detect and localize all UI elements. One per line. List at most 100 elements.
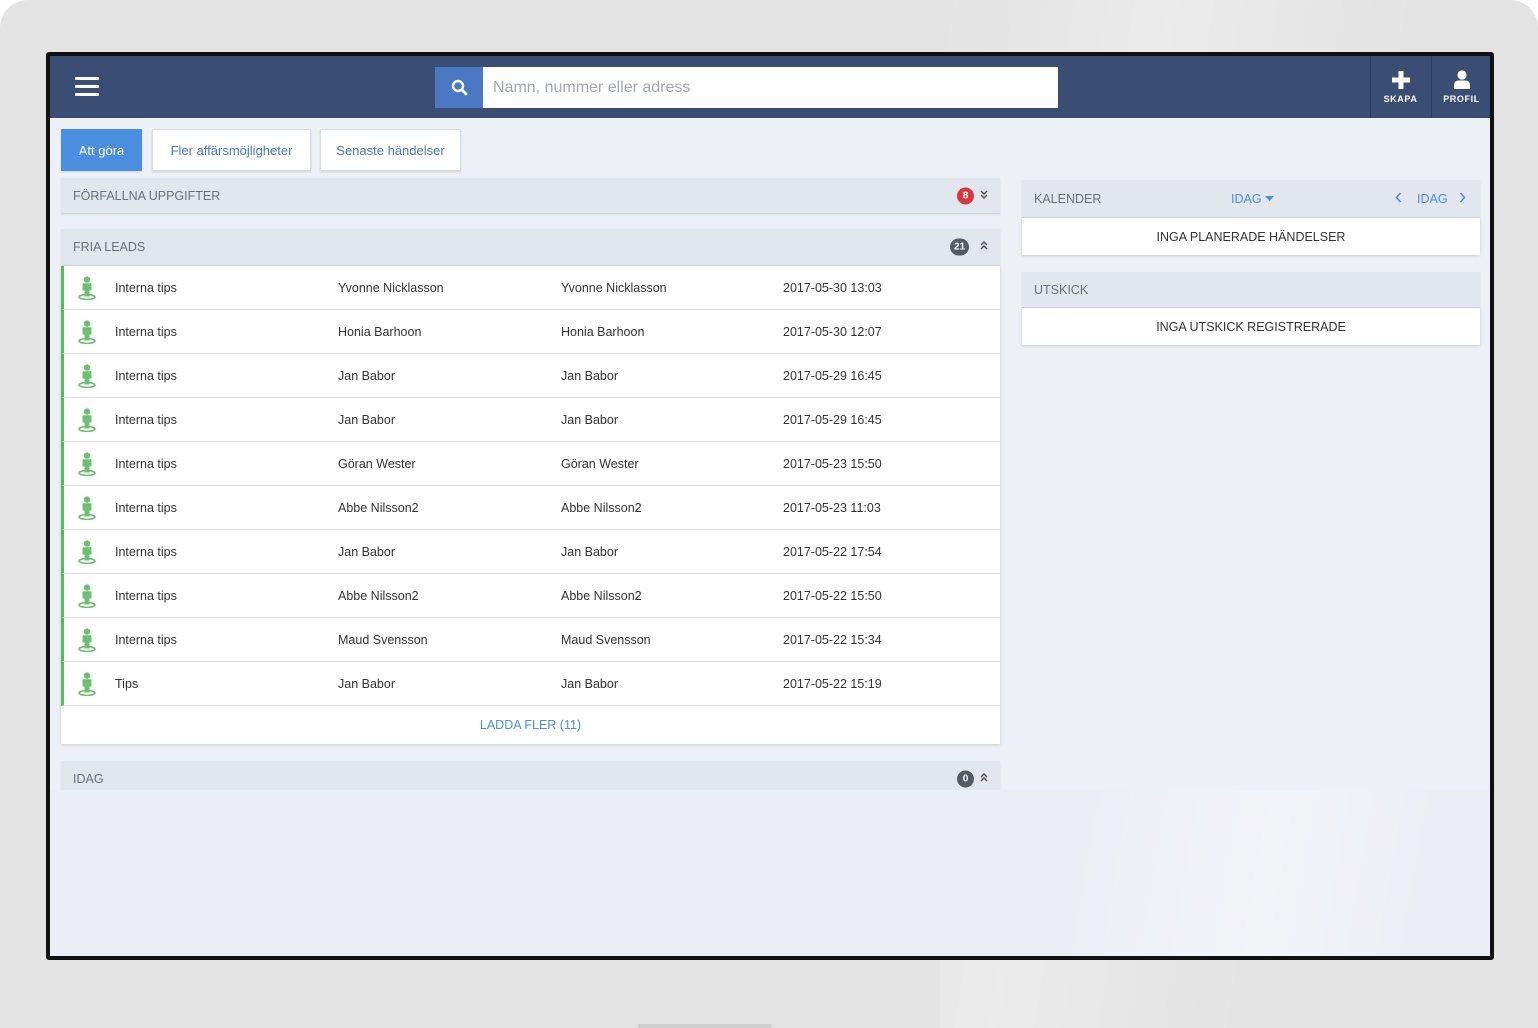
overdue-tasks-header[interactable]: FÖRFALLNA UPPGIFTER 8 xyxy=(61,178,1000,214)
calendar-title: KALENDER xyxy=(1034,191,1102,206)
lead-source: Interna tips xyxy=(115,369,177,383)
page-background-lower xyxy=(50,790,1490,956)
lead-row[interactable]: Interna tips Honia Barhoon Honia Barhoon 20… xyxy=(61,310,1000,354)
lead-contact: Honia Barhoon xyxy=(561,325,645,339)
tab-att-gora[interactable]: Att göra xyxy=(61,129,142,171)
person-pin-icon xyxy=(77,320,97,345)
free-leads-title: FRIA LEADS xyxy=(73,240,146,254)
free-leads-count-badge: 21 xyxy=(950,238,970,256)
lead-contact: Jan Babor xyxy=(561,677,618,691)
lead-name: Jan Babor xyxy=(338,413,395,427)
lead-source: Interna tips xyxy=(115,545,177,559)
lead-source: Interna tips xyxy=(115,633,177,647)
overdue-count-badge: 8 xyxy=(957,187,974,204)
lead-name: Göran Wester xyxy=(338,457,416,471)
profile-label: PROFIL xyxy=(1443,94,1480,104)
profile-button[interactable]: PROFIL xyxy=(1431,56,1490,118)
lead-row[interactable]: Interna tips Abbe Nilsson2 Abbe Nilsson2 20… xyxy=(61,486,1000,530)
device-base xyxy=(638,1024,772,1028)
chevron-right-icon[interactable] xyxy=(1459,192,1466,206)
free-leads-list: Interna tips Yvonne Nicklasson Yvonne Nick… xyxy=(61,266,1000,744)
lead-contact: Yvonne Nicklasson xyxy=(561,281,667,295)
lead-row[interactable]: Interna tips Maud Svensson Maud Svensson 20… xyxy=(61,618,1000,662)
lead-contact: Maud Svensson xyxy=(561,633,651,647)
calendar-empty-state: INGA PLANERADE HÄNDELSER xyxy=(1022,218,1480,255)
search-button[interactable] xyxy=(435,67,483,108)
calendar-today-button[interactable]: IDAG xyxy=(1417,192,1448,206)
lead-source: Interna tips xyxy=(115,501,177,515)
lead-source: Interna tips xyxy=(115,589,177,603)
person-pin-icon xyxy=(77,452,97,477)
lead-source: Interna tips xyxy=(115,325,177,339)
free-leads-header[interactable]: FRIA LEADS 21 xyxy=(61,229,1000,266)
lead-contact: Jan Babor xyxy=(561,369,618,383)
caret-down-icon xyxy=(1264,195,1274,201)
user-icon xyxy=(1453,70,1470,89)
calendar-period-label: IDAG xyxy=(1231,191,1262,206)
lead-row[interactable]: Interna tips Jan Babor Jan Babor 2017-05-29… xyxy=(61,354,1000,398)
lead-datetime: 2017-05-22 15:34 xyxy=(783,633,882,647)
chevron-double-up-icon[interactable] xyxy=(980,240,988,253)
person-pin-icon xyxy=(77,540,97,565)
lead-datetime: 2017-05-22 15:19 xyxy=(783,677,882,691)
lead-row[interactable]: Interna tips Yvonne Nicklasson Yvonne Nick… xyxy=(61,266,1000,310)
lead-contact: Abbe Nilsson2 xyxy=(561,501,642,515)
person-pin-icon xyxy=(77,672,97,697)
search-input[interactable] xyxy=(483,67,1058,108)
hamburger-icon[interactable] xyxy=(75,77,99,97)
search-icon xyxy=(451,79,467,96)
person-pin-icon xyxy=(77,408,97,433)
lead-contact: Abbe Nilsson2 xyxy=(561,589,642,603)
lead-contact: Jan Babor xyxy=(561,545,618,559)
lead-name: Honia Barhoon xyxy=(338,325,422,339)
lead-name: Jan Babor xyxy=(338,369,395,383)
lead-name: Jan Babor xyxy=(338,545,395,559)
lead-source: Interna tips xyxy=(115,457,177,471)
person-pin-icon xyxy=(77,628,97,653)
lead-source: Interna tips xyxy=(115,281,177,295)
lead-datetime: 2017-05-23 11:03 xyxy=(783,501,881,515)
app-screen: SKAPA PROFIL Att göra Fler affärsmöjligh… xyxy=(50,56,1490,956)
lead-contact: Göran Wester xyxy=(561,457,639,471)
person-pin-icon xyxy=(77,584,97,609)
lead-datetime: 2017-05-29 16:45 xyxy=(783,413,882,427)
lead-name: Abbe Nilsson2 xyxy=(338,589,419,603)
lead-name: Jan Babor xyxy=(338,677,395,691)
plus-icon xyxy=(1391,70,1410,89)
tab-fler-affarsmojligheter[interactable]: Fler affärsmöjligheter xyxy=(152,129,311,171)
lead-datetime: 2017-05-23 15:50 xyxy=(783,457,882,471)
today-title: IDAG xyxy=(73,771,104,786)
lead-datetime: 2017-05-22 17:54 xyxy=(783,545,882,559)
lead-name: Maud Svensson xyxy=(338,633,428,647)
lead-source: Interna tips xyxy=(115,413,177,427)
calendar-period-dropdown[interactable]: IDAG xyxy=(1231,192,1274,206)
lead-row[interactable]: Tips Jan Babor Jan Babor 2017-05-22 15:19 xyxy=(61,662,1000,706)
lead-source: Tips xyxy=(115,677,139,691)
lead-row[interactable]: Interna tips Göran Wester Göran Wester 2017… xyxy=(61,442,1000,486)
person-pin-icon xyxy=(77,364,97,389)
top-navbar: SKAPA PROFIL xyxy=(50,56,1490,118)
overdue-tasks-title: FÖRFALLNA UPPGIFTER xyxy=(73,188,221,203)
person-pin-icon xyxy=(77,276,97,301)
lead-name: Abbe Nilsson2 xyxy=(338,501,419,515)
lead-name: Yvonne Nicklasson xyxy=(338,281,444,295)
lead-datetime: 2017-05-29 16:45 xyxy=(783,369,882,383)
lead-datetime: 2017-05-30 13:03 xyxy=(783,281,882,295)
tab-senaste-handelser[interactable]: Senaste händelser xyxy=(320,129,461,171)
lead-datetime: 2017-05-22 15:50 xyxy=(783,589,882,603)
lead-row[interactable]: Interna tips Abbe Nilsson2 Abbe Nilsson2 20… xyxy=(61,574,1000,618)
lead-contact: Jan Babor xyxy=(561,413,618,427)
search-bar xyxy=(435,67,1058,108)
create-button[interactable]: SKAPA xyxy=(1370,56,1430,118)
mailings-empty-state: INGA UTSKICK REGISTRERADE xyxy=(1022,308,1480,345)
load-more-button[interactable]: LADDA FLER (11) xyxy=(61,706,1000,744)
lead-row[interactable]: Interna tips Jan Babor Jan Babor 2017-05-29… xyxy=(61,398,1000,442)
chevron-double-down-icon[interactable] xyxy=(980,189,988,202)
calendar-header: KALENDER IDAG IDAG xyxy=(1022,180,1480,218)
chevron-left-icon[interactable] xyxy=(1395,192,1402,206)
today-count-badge: 0 xyxy=(957,770,974,787)
create-label: SKAPA xyxy=(1383,93,1418,104)
lead-row[interactable]: Interna tips Jan Babor Jan Babor 2017-05-22… xyxy=(61,530,1000,574)
mailings-header: UTSKICK xyxy=(1022,272,1480,308)
chevron-double-up-icon[interactable] xyxy=(980,772,988,785)
